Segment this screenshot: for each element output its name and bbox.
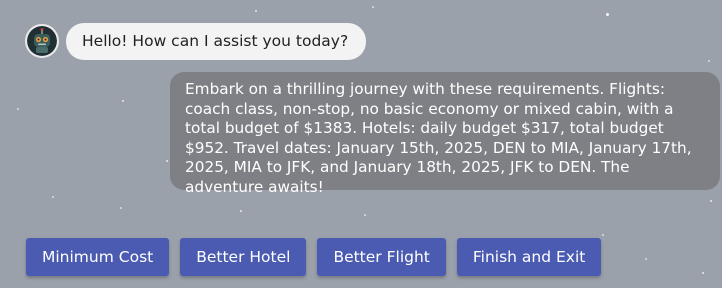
bot-message-bubble: Hello! How can I assist you today? xyxy=(66,23,367,60)
background-star xyxy=(255,10,257,12)
minimum-cost-button[interactable]: Minimum Cost xyxy=(26,238,170,276)
background-star xyxy=(710,200,712,202)
background-star xyxy=(122,100,124,102)
user-message-bubble: Embark on a thrilling journey with these… xyxy=(170,72,720,196)
background-star xyxy=(606,13,609,16)
background-star xyxy=(364,214,366,216)
bot-avatar xyxy=(25,24,59,58)
bot-message-text: Hello! How can I assist you today? xyxy=(82,32,349,50)
better-flight-button[interactable]: Better Flight xyxy=(317,238,446,276)
better-hotel-button[interactable]: Better Hotel xyxy=(180,238,307,276)
background-star xyxy=(645,258,647,260)
background-star xyxy=(120,207,122,209)
background-star xyxy=(372,6,374,8)
user-message-text: Embark on a thrilling journey with these… xyxy=(185,80,692,196)
background-star xyxy=(17,108,19,110)
background-star xyxy=(602,234,604,236)
background-star xyxy=(52,196,54,198)
finish-and-exit-button[interactable]: Finish and Exit xyxy=(456,238,602,276)
robot-avatar-icon xyxy=(27,26,57,56)
background-star xyxy=(708,60,710,62)
background-star xyxy=(240,210,242,212)
chat-window: Hello! How can I assist you today? Embar… xyxy=(0,0,722,288)
background-star xyxy=(702,272,704,274)
background-star xyxy=(166,160,168,162)
action-button-row: Minimum Cost Better Hotel Better Flight … xyxy=(26,238,602,276)
